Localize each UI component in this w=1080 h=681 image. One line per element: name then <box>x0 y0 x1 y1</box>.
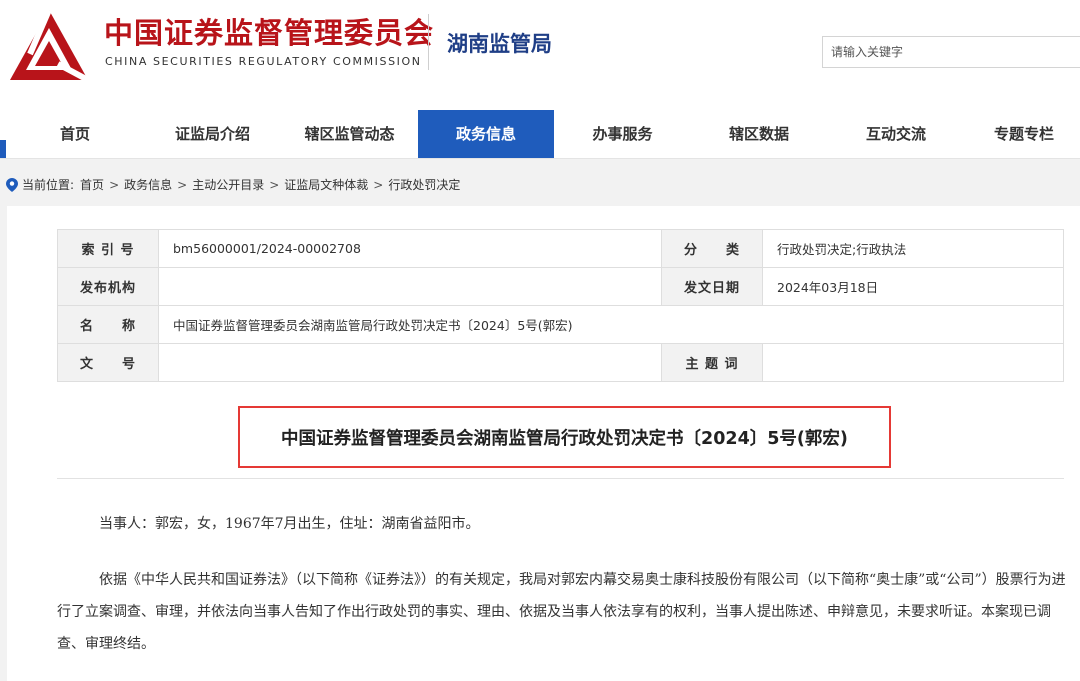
breadcrumb-prefix: 当前位置: <box>22 178 75 192</box>
location-pin-icon <box>6 177 18 192</box>
chevron-right-icon: > <box>373 177 384 192</box>
index-label: 索 引 号 <box>57 229 159 268</box>
org-name-en: CHINA SECURITIES REGULATORY COMMISSION <box>105 55 422 68</box>
bureau-name[interactable]: 湖南监管局 <box>447 28 552 58</box>
publisher-label: 发布机构 <box>57 267 159 306</box>
keywords-label: 主 题 词 <box>661 343 763 382</box>
breadcrumb: 当前位置: 首页 > 政务信息 > 主动公开目录 > 证监局文种体裁 > 行政处… <box>6 176 460 193</box>
nav-accent-bar <box>0 140 6 158</box>
date-value: 2024年03月18日 <box>762 267 1064 306</box>
table-row: 名 称 中国证券监督管理委员会湖南监管局行政处罚决定书〔2024〕5号(郭宏) <box>57 305 1064 344</box>
table-row: 索 引 号 bm56000001/2024-00002708 分 类 行政处罚决… <box>57 229 1064 268</box>
nav-item-special-topics[interactable]: 专题专栏 <box>968 110 1080 158</box>
nav-item-home[interactable]: 首页 <box>10 110 140 158</box>
docno-value <box>158 343 662 382</box>
main-nav: 首页 证监局介绍 辖区监管动态 政务信息 办事服务 辖区数据 互动交流 专题专栏 <box>0 110 1080 159</box>
document-title: 中国证券监督管理委员会湖南监管局行政处罚决定书〔2024〕5号(郭宏) <box>281 428 848 449</box>
publisher-value <box>158 267 662 306</box>
table-row: 发布机构 发文日期 2024年03月18日 <box>57 267 1064 306</box>
breadcrumb-doc-types[interactable]: 证监局文种体裁 <box>284 176 368 193</box>
chevron-right-icon: > <box>269 177 280 192</box>
index-value: bm56000001/2024-00002708 <box>158 229 662 268</box>
chevron-right-icon: > <box>177 177 188 192</box>
chevron-right-icon: > <box>109 177 120 192</box>
nav-item-interaction[interactable]: 互动交流 <box>829 110 963 158</box>
docno-label: 文 号 <box>57 343 159 382</box>
nav-item-regional-data[interactable]: 辖区数据 <box>692 110 826 158</box>
nav-item-government-info[interactable]: 政务信息 <box>418 110 554 158</box>
name-value: 中国证券监督管理委员会湖南监管局行政处罚决定书〔2024〕5号(郭宏) <box>158 305 1064 344</box>
content-panel: 索 引 号 bm56000001/2024-00002708 分 类 行政处罚决… <box>7 206 1080 681</box>
csrc-logo-icon[interactable] <box>8 8 90 84</box>
date-label: 发文日期 <box>661 267 763 306</box>
breadcrumb-home[interactable]: 首页 <box>80 176 104 193</box>
breadcrumb-government-info[interactable]: 政务信息 <box>124 176 172 193</box>
document-paragraph: 当事人：郭宏，女，1967年7月出生，住址：湖南省益阳市。 <box>57 508 1073 540</box>
site-header: 中国证券监督管理委员会 CHINA SECURITIES REGULATORY … <box>0 0 1080 110</box>
breadcrumb-penalty-decisions[interactable]: 行政处罚决定 <box>388 176 460 193</box>
document-paragraph: 依据《中华人民共和国证券法》（以下简称《证券法》）的有关规定，我局对郭宏内幕交易… <box>57 564 1073 660</box>
document-meta-table: 索 引 号 bm56000001/2024-00002708 分 类 行政处罚决… <box>57 229 1064 382</box>
paragraph-text: 依据《中华人民共和国证券法》（以下简称《证券法》）的有关规定，我局对郭宏内幕交易… <box>57 572 1066 652</box>
breadcrumb-public-catalog[interactable]: 主动公开目录 <box>192 176 264 193</box>
nav-item-services[interactable]: 办事服务 <box>556 110 689 158</box>
name-label: 名 称 <box>57 305 159 344</box>
paragraph-text: 当事人：郭宏，女，1967年7月出生，住址：湖南省益阳市。 <box>99 516 480 532</box>
category-label: 分 类 <box>661 229 763 268</box>
table-row: 文 号 主 题 词 <box>57 343 1064 382</box>
title-divider <box>57 478 1064 479</box>
title-highlight-box: 中国证券监督管理委员会湖南监管局行政处罚决定书〔2024〕5号(郭宏) <box>238 406 891 468</box>
nav-item-regional-news[interactable]: 辖区监管动态 <box>282 110 417 158</box>
category-value: 行政处罚决定;行政执法 <box>762 229 1064 268</box>
header-divider <box>428 14 429 70</box>
org-name-cn[interactable]: 中国证券监督管理委员会 <box>104 10 434 52</box>
nav-item-bureau-intro[interactable]: 证监局介绍 <box>145 110 280 158</box>
keywords-value <box>762 343 1064 382</box>
search-input[interactable] <box>822 36 1080 68</box>
